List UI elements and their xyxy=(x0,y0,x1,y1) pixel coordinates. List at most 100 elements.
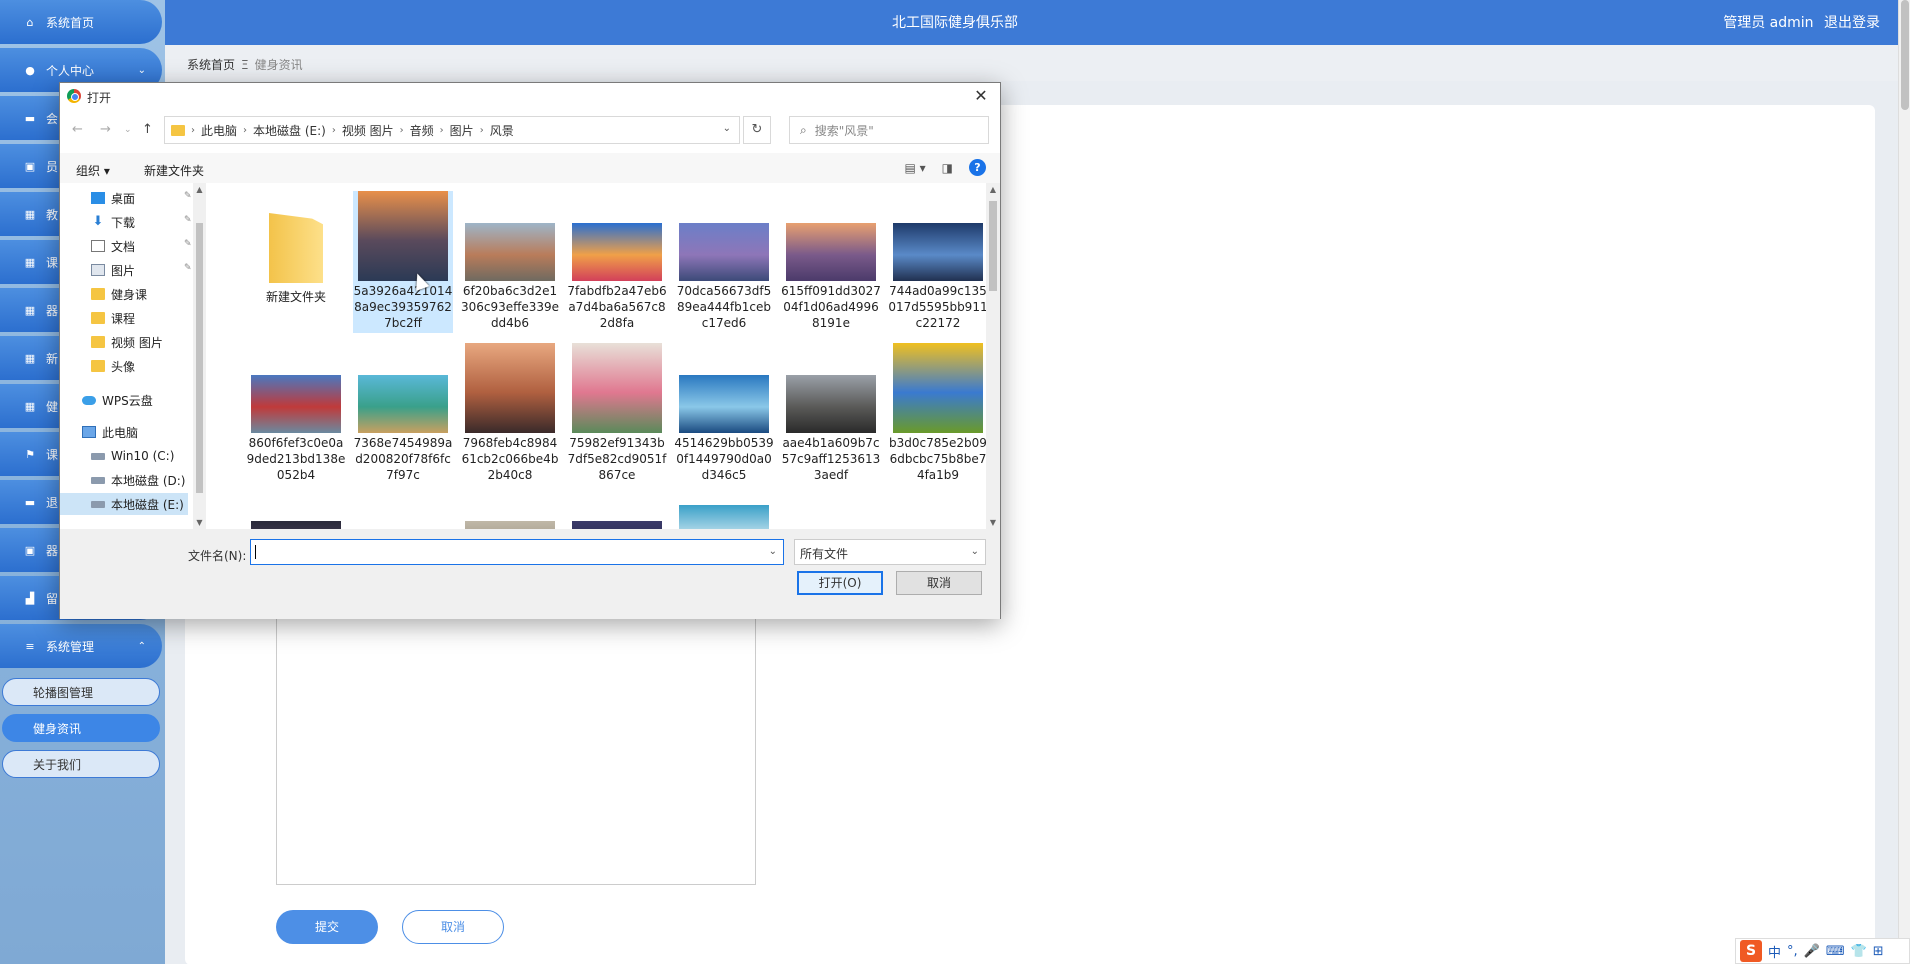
nav-scrollbar-thumb[interactable] xyxy=(196,223,203,493)
image-thumbnail[interactable] xyxy=(465,521,555,529)
file-name: b3d0c785e2b096dbcbc75b8be74fa1b9 xyxy=(889,436,986,482)
sidebar-sub-label: 健身资讯 xyxy=(33,721,82,736)
nav-item[interactable]: 桌面 xyxy=(60,187,135,209)
files-scrollbar[interactable]: ▲ ▼ xyxy=(986,183,1000,529)
nav-item[interactable]: 文档 xyxy=(60,235,135,257)
file-item[interactable]: b3d0c785e2b096dbcbc75b8be74fa1b9 xyxy=(888,343,986,485)
nav-item[interactable]: Win10 (C:) xyxy=(60,445,174,467)
nav-item[interactable]: 图片 xyxy=(60,259,135,281)
view-mode-icon[interactable]: ▤ ▾ xyxy=(904,161,925,175)
file-item[interactable]: 5a3926a4210148a9ec393597627bc2ff xyxy=(353,191,453,333)
nav-item[interactable]: 本地磁盘 (D:) xyxy=(60,469,185,491)
new-folder-button[interactable]: 新建文件夹 xyxy=(144,162,204,179)
mic-icon[interactable]: 🎤 xyxy=(1804,944,1820,959)
search-input[interactable]: ⌕ 搜索"风景" xyxy=(789,116,989,144)
folder-icon xyxy=(269,213,323,283)
file-item[interactable]: 7fabdfb2a47eb6a7d4ba6a567c82d8fa xyxy=(567,191,667,333)
scroll-down-icon[interactable]: ▼ xyxy=(193,518,206,527)
sidebar-sub-about[interactable]: 关于我们 xyxy=(2,750,160,778)
address-bar[interactable]: › 此电脑 › 本地磁盘 (E:) › 视频 图片 › 音频 › 图片 › 风景 ⌄ xyxy=(164,116,740,144)
file-item[interactable]: 7368e7454989ad200820f78f6fc7f97c xyxy=(353,343,453,485)
content-textarea[interactable] xyxy=(276,615,756,885)
filetype-value: 所有文件 xyxy=(800,547,849,561)
file-item[interactable]: 75982ef91343b7df5e82cd9051f867ce xyxy=(567,343,667,485)
scroll-down-icon[interactable]: ▼ xyxy=(986,518,1000,527)
page-scrollbar[interactable] xyxy=(1898,0,1910,964)
pin-icon[interactable]: ✎ xyxy=(184,215,192,225)
submit-button[interactable]: 提交 xyxy=(276,910,378,944)
recent-dropdown-icon[interactable]: ⌄ xyxy=(124,125,132,135)
open-button[interactable]: 打开(O) xyxy=(797,571,883,595)
image-thumbnail[interactable] xyxy=(679,505,769,529)
file-item[interactable]: 4514629bb05390f1449790d0a0d346c5 xyxy=(674,343,774,485)
path-crumb[interactable]: 本地磁盘 (E:) xyxy=(253,122,326,139)
path-crumb[interactable]: 风景 xyxy=(490,122,514,139)
folder-icon xyxy=(91,336,105,348)
preview-pane-icon[interactable]: ◨ xyxy=(942,161,953,175)
sidebar-sub-label: 轮播图管理 xyxy=(33,685,94,700)
page-scrollbar-thumb[interactable] xyxy=(1901,0,1909,110)
cancel-button[interactable]: 取消 xyxy=(896,571,982,595)
files-scrollbar-thumb[interactable] xyxy=(989,201,997,291)
monitor-icon: ▬ xyxy=(24,495,36,509)
refresh-icon[interactable]: ↻ xyxy=(743,116,771,144)
sidebar-item-home[interactable]: ⌂ 系统首页 xyxy=(0,0,162,44)
form-cancel-button[interactable]: 取消 xyxy=(402,910,504,944)
file-item[interactable]: 615ff091dd302704f1d06ad49968191e xyxy=(781,191,881,333)
path-crumb[interactable]: 此电脑 xyxy=(201,122,237,139)
filename-input[interactable]: ⌄ xyxy=(250,539,784,565)
organize-button[interactable]: 组织 ▾ xyxy=(76,162,110,179)
chevron-down-icon[interactable]: ⌄ xyxy=(723,123,731,134)
path-crumb[interactable]: 图片 xyxy=(450,122,474,139)
nav-item-label: 图片 xyxy=(111,263,136,278)
nav-item[interactable]: 头像 xyxy=(60,355,135,377)
scroll-up-icon[interactable]: ▲ xyxy=(986,185,1000,194)
sidebar-item-label: 系统管理 xyxy=(46,639,95,654)
forward-arrow-icon[interactable]: → xyxy=(100,122,111,137)
breadcrumb-home[interactable]: 系统首页 xyxy=(187,58,235,72)
pin-icon[interactable]: ✎ xyxy=(184,263,192,273)
scroll-up-icon[interactable]: ▲ xyxy=(193,185,206,194)
sidebar-item-label: 留 xyxy=(46,591,59,606)
file-item[interactable]: 6f20ba6c3d2e1306c93effe339edd4b6 xyxy=(460,191,560,333)
path-crumb[interactable]: 音频 xyxy=(410,122,434,139)
nav-item[interactable]: ⬇ 下载 xyxy=(60,211,135,233)
back-arrow-icon[interactable]: ← xyxy=(72,122,83,137)
file-item[interactable]: aae4b1a609b7c57c9aff12536133aedf xyxy=(781,343,881,485)
image-thumbnail[interactable] xyxy=(572,521,662,529)
close-icon[interactable]: ✕ xyxy=(970,86,992,105)
nav-scrollbar[interactable]: ▲ ▼ xyxy=(193,183,206,529)
help-icon[interactable]: ? xyxy=(969,159,986,176)
punct-icon[interactable]: °, xyxy=(1787,944,1798,959)
path-crumb[interactable]: 视频 图片 xyxy=(342,122,394,139)
up-arrow-icon[interactable]: ↑ xyxy=(142,122,153,137)
nav-item[interactable]: 视频 图片 xyxy=(60,331,163,353)
sidebar-item-system[interactable]: ≡ 系统管理 ⌃ xyxy=(0,624,162,668)
dialog-titlebar[interactable]: 打开 ✕ xyxy=(60,83,1000,109)
image-thumbnail[interactable] xyxy=(251,521,341,529)
image-thumbnail xyxy=(572,343,662,433)
sogou-logo-icon[interactable]: S xyxy=(1740,940,1762,962)
nav-item[interactable]: 课程 xyxy=(60,307,135,329)
ime-mode-icon[interactable]: 中 xyxy=(1768,942,1781,961)
sidebar-item-label: 员 xyxy=(46,159,59,174)
file-item[interactable]: 744ad0a99c135017d5595bb911c22172 xyxy=(888,191,986,333)
toolbox-icon[interactable]: ⊞ xyxy=(1873,944,1884,959)
nav-item[interactable]: 此电脑 xyxy=(60,421,138,443)
nav-item[interactable]: 健身课 xyxy=(60,283,147,305)
sidebar-sub-news[interactable]: 健身资讯 xyxy=(2,714,160,742)
nav-item[interactable]: WPS云盘 xyxy=(60,389,153,411)
pin-icon[interactable]: ✎ xyxy=(184,239,192,249)
filetype-select[interactable]: 所有文件 ⌄ xyxy=(794,539,986,565)
chevron-down-icon[interactable]: ⌄ xyxy=(769,546,777,557)
keyboard-icon[interactable]: ⌨ xyxy=(1826,944,1845,959)
logout-link[interactable]: 退出登录 xyxy=(1824,15,1880,31)
pin-icon[interactable]: ✎ xyxy=(184,191,192,201)
skin-icon[interactable]: 👕 xyxy=(1851,944,1867,959)
nav-item[interactable]: 本地磁盘 (E:) xyxy=(60,493,188,515)
file-item[interactable]: 70dca56673df589ea444fb1cebc17ed6 xyxy=(674,191,774,333)
sidebar-sub-carousel[interactable]: 轮播图管理 xyxy=(2,678,160,706)
file-item[interactable]: 7968feb4c898461cb2c066be4b2b40c8 xyxy=(460,343,560,485)
folder-item[interactable]: 新建文件夹 xyxy=(246,203,346,307)
file-item[interactable]: 860f6fef3c0e0a9ded213bd138e052b4 xyxy=(246,343,346,485)
